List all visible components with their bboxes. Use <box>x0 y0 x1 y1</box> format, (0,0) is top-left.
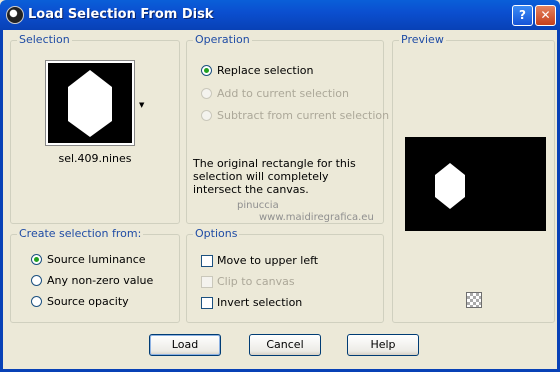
transparency-toggle-icon[interactable] <box>466 292 482 308</box>
load-button[interactable]: Load <box>149 334 221 356</box>
selection-legend: Selection <box>17 33 72 46</box>
title-bar: Load Selection From Disk ? ✕ <box>0 0 560 30</box>
checkbox <box>201 276 213 288</box>
radio-button <box>201 88 212 99</box>
radio-label: Subtract from current selection <box>217 109 390 122</box>
radio-button[interactable] <box>201 65 212 76</box>
radio-label: Any non-zero value <box>47 274 154 287</box>
operation-legend: Operation <box>193 33 252 46</box>
options-legend: Options <box>193 227 240 240</box>
dialog-client: Selection ▼ sel.409.nines Operation Repl… <box>0 30 560 372</box>
preview-legend: Preview <box>399 33 446 46</box>
checkbox[interactable] <box>201 255 213 267</box>
radio-label: Source luminance <box>47 253 146 266</box>
preview-image <box>405 137 546 231</box>
create-from-group: Create selection from: Source luminance … <box>10 227 180 323</box>
window-title: Load Selection From Disk <box>28 7 214 22</box>
selection-dropdown-arrow[interactable]: ▼ <box>139 101 144 109</box>
selection-thumbnail-image <box>48 63 132 143</box>
create-from-legend: Create selection from: <box>17 227 144 240</box>
title-help-button[interactable]: ? <box>512 5 533 26</box>
preview-group: Preview <box>392 33 555 323</box>
radio-label: Replace selection <box>217 64 314 77</box>
radio-label: Source opacity <box>47 295 129 308</box>
selection-group: Selection ▼ sel.409.nines <box>10 33 180 224</box>
selection-thumbnail[interactable] <box>45 60 135 146</box>
radio-button[interactable] <box>31 275 42 286</box>
operation-group: Operation Replace selection Add to curre… <box>186 33 389 224</box>
radio-button <box>201 110 212 121</box>
help-button[interactable]: Help <box>347 334 419 356</box>
radio-button[interactable] <box>31 296 42 307</box>
cancel-button[interactable]: Cancel <box>249 334 321 356</box>
watermark-text-2: www.maidiregrafica.eu <box>259 212 374 223</box>
operation-message: The original rectangle for this selectio… <box>193 157 356 196</box>
checkbox-label: Clip to canvas <box>217 275 295 288</box>
checkbox-label: Move to upper left <box>217 254 319 267</box>
close-button[interactable]: ✕ <box>535 5 556 26</box>
checkbox[interactable] <box>201 297 213 309</box>
radio-button[interactable] <box>31 254 42 265</box>
watermark-text-1: pinuccia <box>237 200 279 211</box>
radio-label: Add to current selection <box>217 87 349 100</box>
app-icon[interactable] <box>6 6 24 24</box>
checkbox-label: Invert selection <box>217 296 303 309</box>
options-group: Options Move to upper left Clip to canva… <box>186 227 384 323</box>
selection-filename: sel.409.nines <box>58 152 132 165</box>
